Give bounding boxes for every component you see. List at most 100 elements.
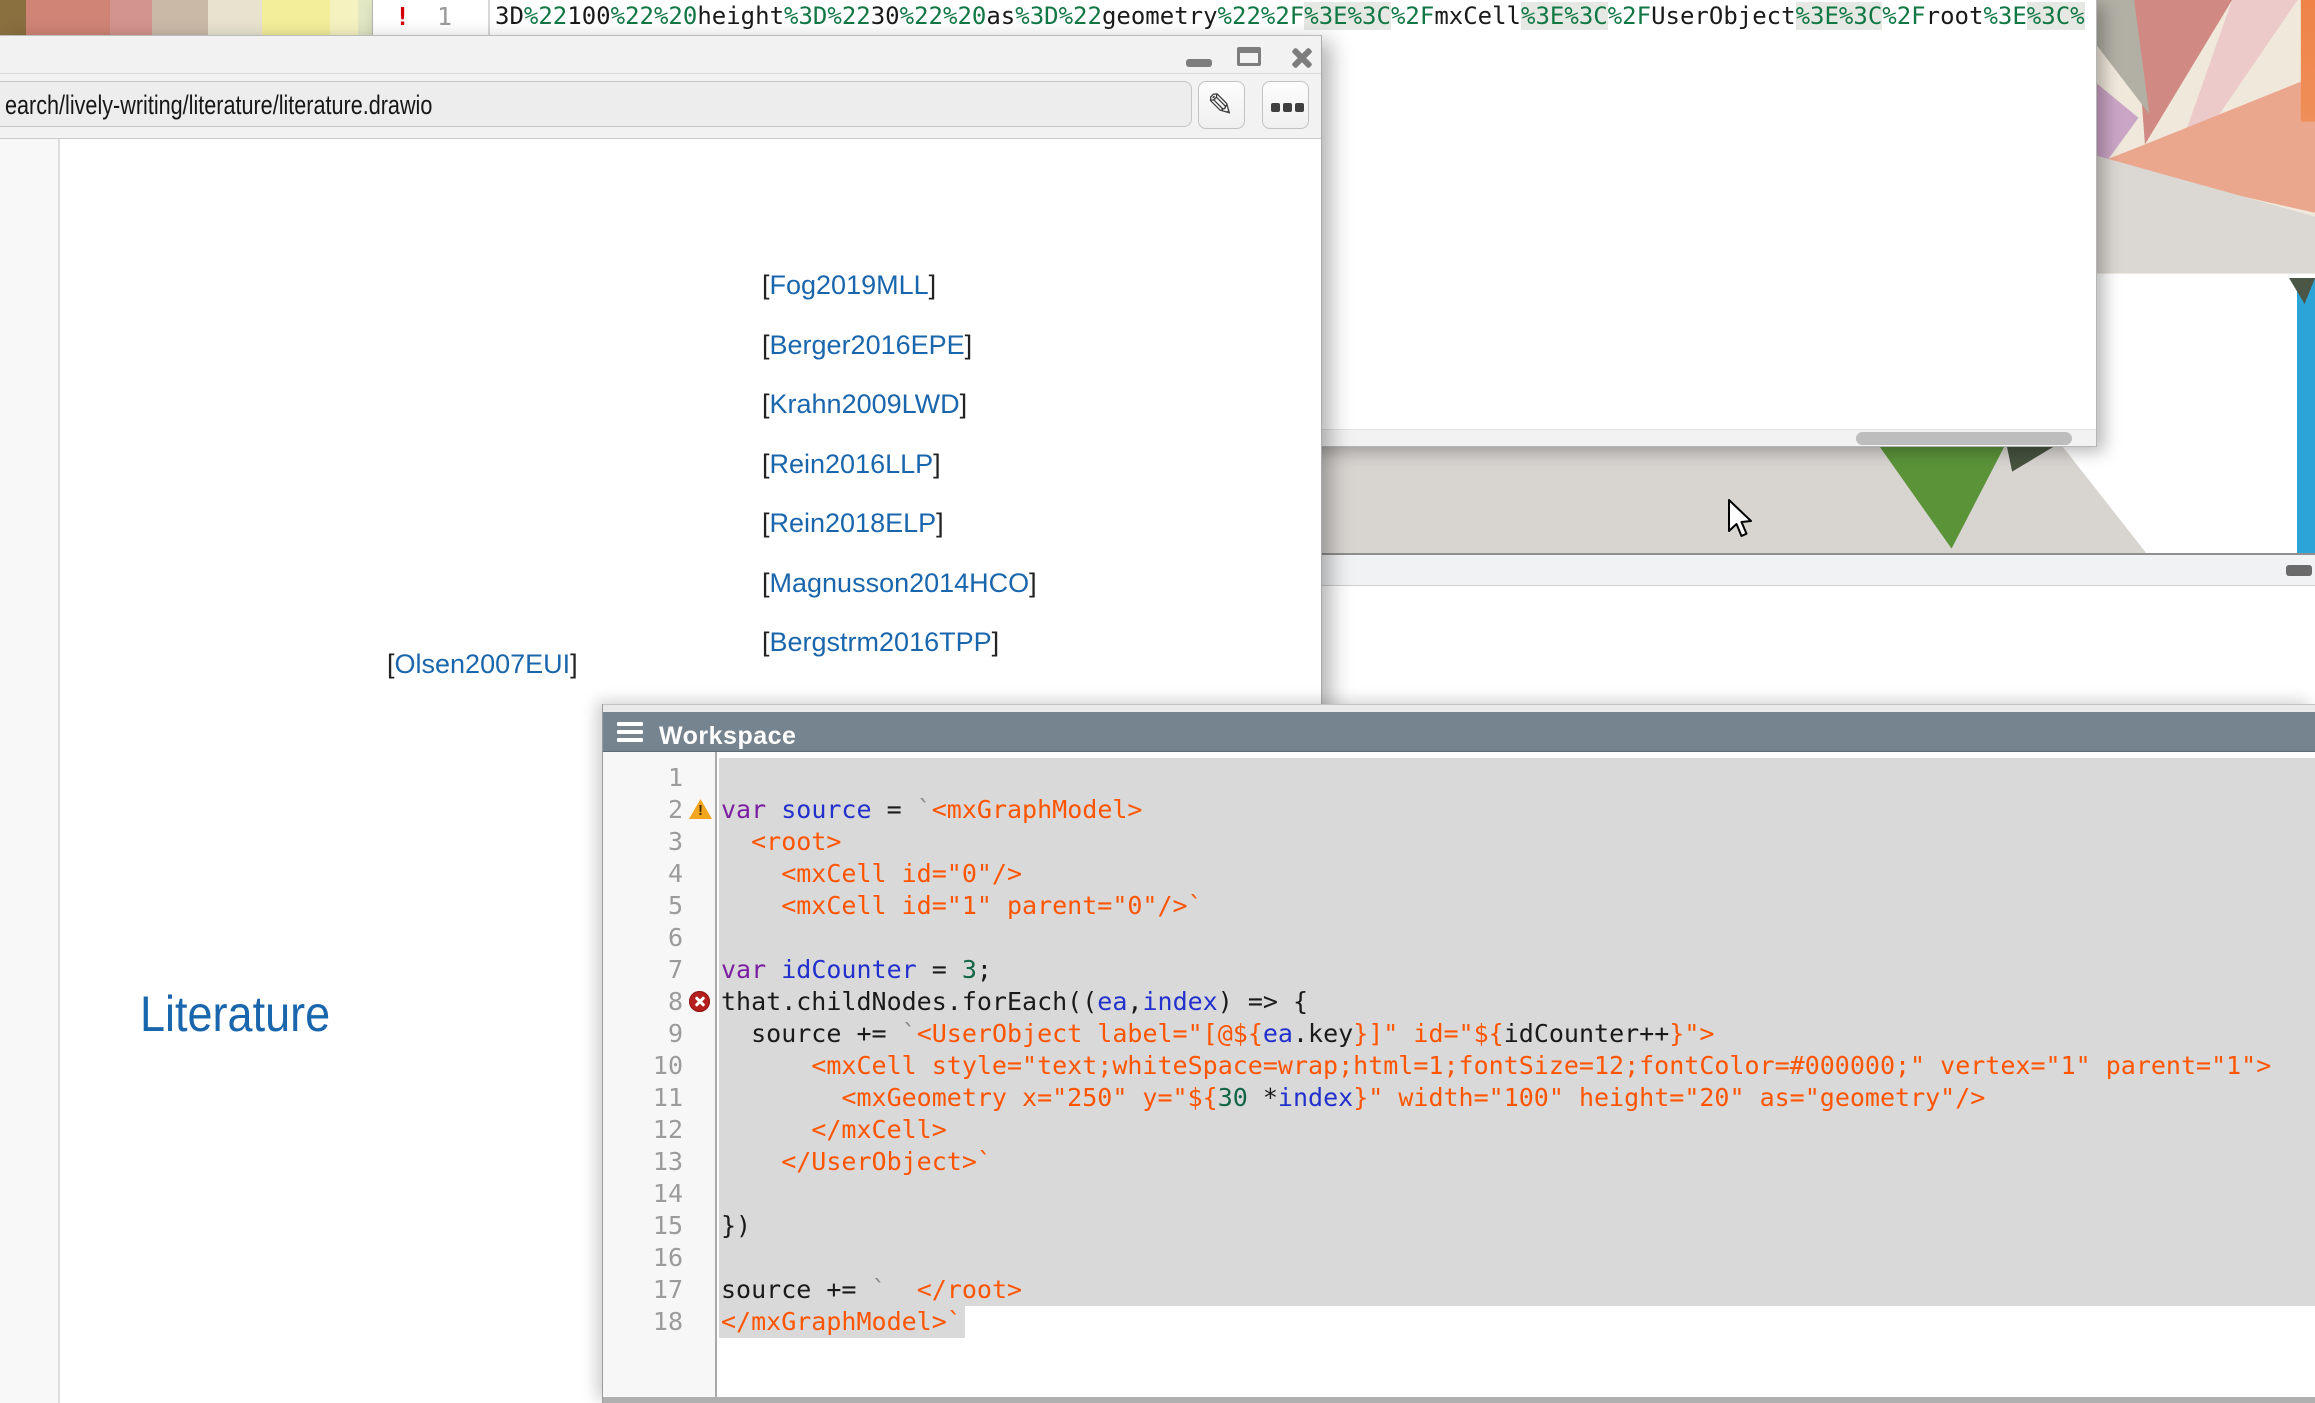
pencil-icon: ✎ xyxy=(1207,86,1234,124)
line-number: 11 xyxy=(603,1082,683,1114)
scrollbar-handle[interactable] xyxy=(1856,432,2072,445)
line-number: 9 xyxy=(603,1018,683,1050)
code-line[interactable]: </mxGraphModel>` xyxy=(719,1306,962,1338)
code-token: %3C% xyxy=(2027,2,2085,30)
code-token: height xyxy=(697,2,784,30)
code-line[interactable]: </UserObject>` xyxy=(719,1146,992,1178)
code-token: <UserObject label="[@${ xyxy=(917,1019,1263,1048)
code-token: <mxGeometry x="250" y="${ xyxy=(721,1083,1218,1112)
code-token: }) xyxy=(721,1211,751,1240)
code-line[interactable]: var idCounter = 3; xyxy=(719,954,992,986)
edit-button[interactable]: ✎ xyxy=(1198,81,1245,129)
citation-link[interactable]: [Rein2018ELP] xyxy=(762,508,944,539)
minimized-window-dash[interactable] xyxy=(2286,565,2312,576)
code-token: %22%2F xyxy=(1218,2,1305,30)
code-token: that.childNodes.forEach(( xyxy=(721,987,1097,1016)
code-token: <mxCell style="text;whiteSpace=wrap;html… xyxy=(721,1051,2271,1080)
citation-link[interactable]: [Krahn2009LWD] xyxy=(762,389,967,420)
window-top-edge xyxy=(603,704,2315,712)
code-token: <mxCell id="0"/> xyxy=(721,859,1022,888)
code-line[interactable]: source += ` </root> xyxy=(719,1274,1022,1306)
code-token: 3D xyxy=(495,2,524,30)
file-path-value: earch/lively-writing/literature/literatu… xyxy=(5,90,432,121)
code-token: %22%20 xyxy=(900,2,987,30)
citation-link[interactable]: [Magnusson2014HCO] xyxy=(762,568,1037,599)
line-number: 18 xyxy=(603,1306,683,1338)
code-token: ea xyxy=(1263,1019,1293,1048)
code-token: as xyxy=(986,2,1015,30)
window-title: Workspace xyxy=(659,720,796,752)
code-line[interactable]: var source = `<mxGraphModel> xyxy=(719,794,1142,826)
citation-link[interactable]: [Fog2019MLL] xyxy=(762,270,936,301)
code-token: index xyxy=(1278,1083,1353,1112)
citation-link[interactable]: [Olsen2007EUI] xyxy=(387,649,578,680)
line-number: 3 xyxy=(603,826,683,858)
workspace-editor-window: Workspace var source = `<mxGraphModel> <… xyxy=(602,704,2315,1403)
line-number: 16 xyxy=(603,1242,683,1274)
code-token xyxy=(766,955,781,984)
editor-bottom-edge xyxy=(603,1397,2315,1403)
line-number: 6 xyxy=(603,922,683,954)
code-line[interactable]: <mxCell id="0"/> xyxy=(719,858,1022,890)
line-number: 2 xyxy=(603,794,683,826)
code-token: 3 xyxy=(962,955,977,984)
warning-icon[interactable]: ! xyxy=(689,794,713,826)
code-token: %2F xyxy=(1882,2,1925,30)
error-icon[interactable] xyxy=(689,986,713,1018)
code-token: = xyxy=(917,955,962,984)
more-options-button[interactable] xyxy=(1262,81,1309,129)
error-marker: ! xyxy=(395,2,410,31)
code-token: UserObject xyxy=(1651,2,1796,30)
file-path-input[interactable]: earch/lively-writing/literature/literatu… xyxy=(0,81,1192,127)
wallpaper-band xyxy=(1322,443,2315,553)
code-token: .key xyxy=(1293,1019,1353,1048)
line-number: 15 xyxy=(603,1210,683,1242)
code-line[interactable]: <mxCell style="text;whiteSpace=wrap;html… xyxy=(719,1050,2271,1082)
code-token: = xyxy=(872,795,917,824)
code-token: %3E%3C xyxy=(1796,2,1883,30)
wallpaper-strip-top-left xyxy=(0,0,380,36)
window-toolbar: earch/lively-writing/literature/literatu… xyxy=(0,74,1321,139)
code-line[interactable]: that.childNodes.forEach((ea,index) => { xyxy=(719,986,1308,1018)
code-token: %3E%3C xyxy=(1521,2,1608,30)
code-line[interactable]: <mxCell id="1" parent="0"/>` xyxy=(719,890,1203,922)
canvas-gutter xyxy=(0,139,60,1403)
code-token: </mxCell> xyxy=(721,1115,947,1144)
maximize-icon[interactable] xyxy=(1237,47,1261,66)
citation-link[interactable]: [Berger2016EPE] xyxy=(762,330,972,361)
code-token: %22%20 xyxy=(611,2,698,30)
desktop: ! 1 3D%22100%22%20height%3D%2230%22%20as… xyxy=(0,0,2315,1403)
code-token xyxy=(887,1275,917,1304)
code-token: source += xyxy=(721,1275,872,1304)
workspace-titlebar[interactable]: Workspace xyxy=(603,712,2315,752)
minimize-icon[interactable] xyxy=(1186,59,1212,67)
code-line[interactable]: <root> xyxy=(719,826,841,858)
wallpaper-gray-area xyxy=(1322,443,2315,553)
code-line[interactable]: source += `<UserObject label="[@${ea.key… xyxy=(719,1018,1714,1050)
code-token: 30 xyxy=(871,2,900,30)
citation-link[interactable]: [Bergstrm2016TPP] xyxy=(762,627,999,658)
line-number: 1 xyxy=(437,2,452,31)
code-token: idCounter xyxy=(781,955,916,984)
code-token: %3E%3C xyxy=(1304,2,1391,30)
code-line[interactable]: </mxCell> xyxy=(719,1114,947,1146)
citation-link[interactable]: [Rein2016LLP] xyxy=(762,449,941,480)
close-icon[interactable] xyxy=(1291,47,1313,69)
line-number: 12 xyxy=(603,1114,683,1146)
window-titlebar[interactable] xyxy=(0,36,1321,74)
code-token: var xyxy=(721,955,766,984)
line-number: 13 xyxy=(603,1146,683,1178)
encoded-xml-code-line[interactable]: 3D%22100%22%20height%3D%2230%22%20as%3D%… xyxy=(495,2,2095,34)
code-token: geometry xyxy=(1102,2,1218,30)
menu-icon[interactable] xyxy=(617,722,643,742)
code-token: %2F xyxy=(1391,2,1434,30)
code-token: %3D%22 xyxy=(784,2,871,30)
code-token: 100 xyxy=(567,2,610,30)
code-line[interactable]: <mxGeometry x="250" y="${30 *index}" wid… xyxy=(719,1082,1985,1114)
code-token: <root> xyxy=(721,827,841,856)
mouse-cursor xyxy=(1726,498,1756,540)
code-token: ` xyxy=(902,1019,917,1048)
code-line[interactable]: }) xyxy=(719,1210,751,1242)
code-token: }"> xyxy=(1669,1019,1714,1048)
literature-label[interactable]: Literature xyxy=(140,985,330,1043)
